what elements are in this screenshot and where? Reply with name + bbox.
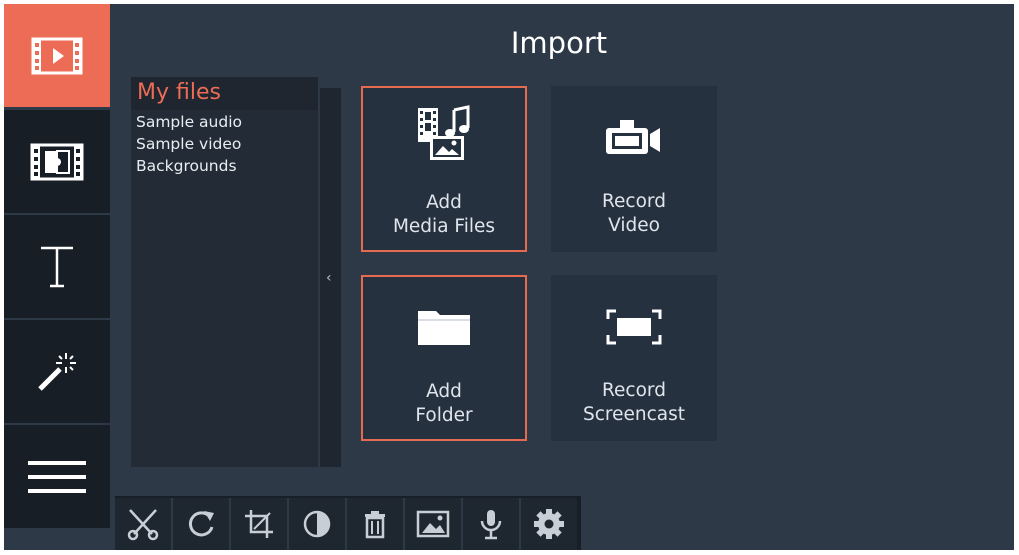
rail-more-button[interactable] <box>4 425 110 528</box>
record-video-button[interactable]: Record Video <box>551 86 717 252</box>
chevron-left-icon: ‹ <box>326 270 332 286</box>
files-panel: My files Sample audio Sample video Backg… <box>131 77 318 467</box>
add-media-files-button[interactable]: Add Media Files <box>361 86 527 252</box>
color-adjust-button[interactable] <box>289 498 345 550</box>
image-icon <box>416 510 450 538</box>
add-folder-button[interactable]: Add Folder <box>361 275 527 441</box>
files-list: Sample audio Sample video Backgrounds <box>136 111 242 177</box>
crop-icon <box>245 510 273 538</box>
add-folder-label: Add Folder <box>415 381 473 426</box>
film-puzzle-icon <box>30 143 84 180</box>
media-files-icon <box>418 105 470 160</box>
settings-button[interactable] <box>521 498 577 550</box>
gear-icon <box>534 509 564 539</box>
bottom-toolbar <box>115 496 581 550</box>
add-media-files-label: Add Media Files <box>392 192 496 237</box>
delete-button[interactable] <box>347 498 403 550</box>
folder-icon <box>418 311 470 345</box>
record-screencast-label: Record Screencast <box>582 380 685 425</box>
files-panel-header[interactable]: My files <box>131 77 318 110</box>
screen-capture-icon <box>606 309 662 345</box>
trash-icon <box>365 511 385 539</box>
record-audio-button[interactable] <box>463 498 519 550</box>
scissors-icon <box>127 509 159 541</box>
magic-wand-icon <box>38 352 76 391</box>
text-t-icon <box>41 246 73 287</box>
film-play-icon <box>31 37 83 74</box>
left-rail <box>4 4 110 528</box>
rail-import-button[interactable] <box>4 4 110 107</box>
record-screencast-button[interactable]: Record Screencast <box>551 275 717 441</box>
page-title: Import <box>510 26 608 60</box>
microphone-icon <box>480 510 502 540</box>
rail-filters-button[interactable] <box>4 320 110 423</box>
rotate-icon <box>188 511 214 537</box>
record-video-label: Record Video <box>602 191 666 236</box>
video-camera-icon <box>606 120 660 154</box>
rail-transitions-button[interactable] <box>4 110 110 213</box>
rotate-button[interactable] <box>173 498 229 550</box>
files-panel-title: My files <box>137 80 221 105</box>
cut-button[interactable] <box>115 498 171 550</box>
rail-titles-button[interactable] <box>4 215 110 318</box>
contrast-icon <box>303 510 331 538</box>
image-button[interactable] <box>405 498 461 550</box>
hamburger-menu-icon <box>28 460 86 493</box>
list-item[interactable]: Sample audio <box>136 111 242 133</box>
list-item[interactable]: Backgrounds <box>136 155 242 177</box>
crop-button[interactable] <box>231 498 287 550</box>
collapse-panel-handle[interactable]: ‹ <box>320 88 341 467</box>
list-item[interactable]: Sample video <box>136 133 242 155</box>
